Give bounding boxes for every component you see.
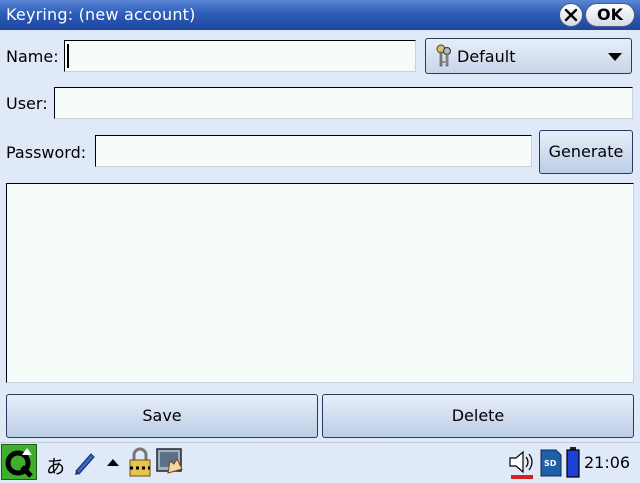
chevron-down-icon: [608, 53, 622, 61]
title-bar: Keyring: (new account) OK: [0, 0, 640, 30]
notes-textarea[interactable]: [6, 183, 634, 383]
category-select[interactable]: Default: [425, 38, 632, 74]
text-caret: [67, 44, 69, 68]
close-icon: [564, 8, 578, 22]
generate-button[interactable]: Generate: [539, 130, 633, 174]
svg-text:SD: SD: [544, 459, 557, 468]
delete-button[interactable]: Delete: [322, 394, 634, 438]
password-input[interactable]: [95, 135, 532, 167]
qtopia-logo-icon[interactable]: [1, 444, 37, 480]
speaker-icon[interactable]: [507, 447, 537, 479]
ok-button[interactable]: OK: [585, 3, 635, 27]
user-input[interactable]: [54, 87, 633, 119]
category-value: Default: [457, 47, 516, 66]
window-title: Keyring: (new account): [6, 5, 196, 24]
taskbar: あ SD 21:06: [0, 442, 640, 481]
close-button[interactable]: [559, 3, 583, 27]
clock[interactable]: 21:06: [584, 453, 630, 472]
save-button[interactable]: Save: [6, 394, 318, 438]
keys-icon: [436, 44, 451, 67]
password-label: Password:: [6, 143, 87, 162]
input-method-icon[interactable]: あ: [46, 452, 65, 479]
battery-icon: [566, 447, 580, 478]
lock-icon[interactable]: [128, 447, 152, 477]
name-input[interactable]: [64, 40, 416, 72]
up-arrow-icon[interactable]: [107, 459, 119, 466]
user-label: User:: [6, 94, 48, 113]
name-label: Name:: [6, 47, 59, 66]
sd-card-icon[interactable]: SD: [540, 449, 562, 477]
screenshot-icon[interactable]: [156, 447, 184, 475]
pen-icon[interactable]: [72, 449, 98, 475]
